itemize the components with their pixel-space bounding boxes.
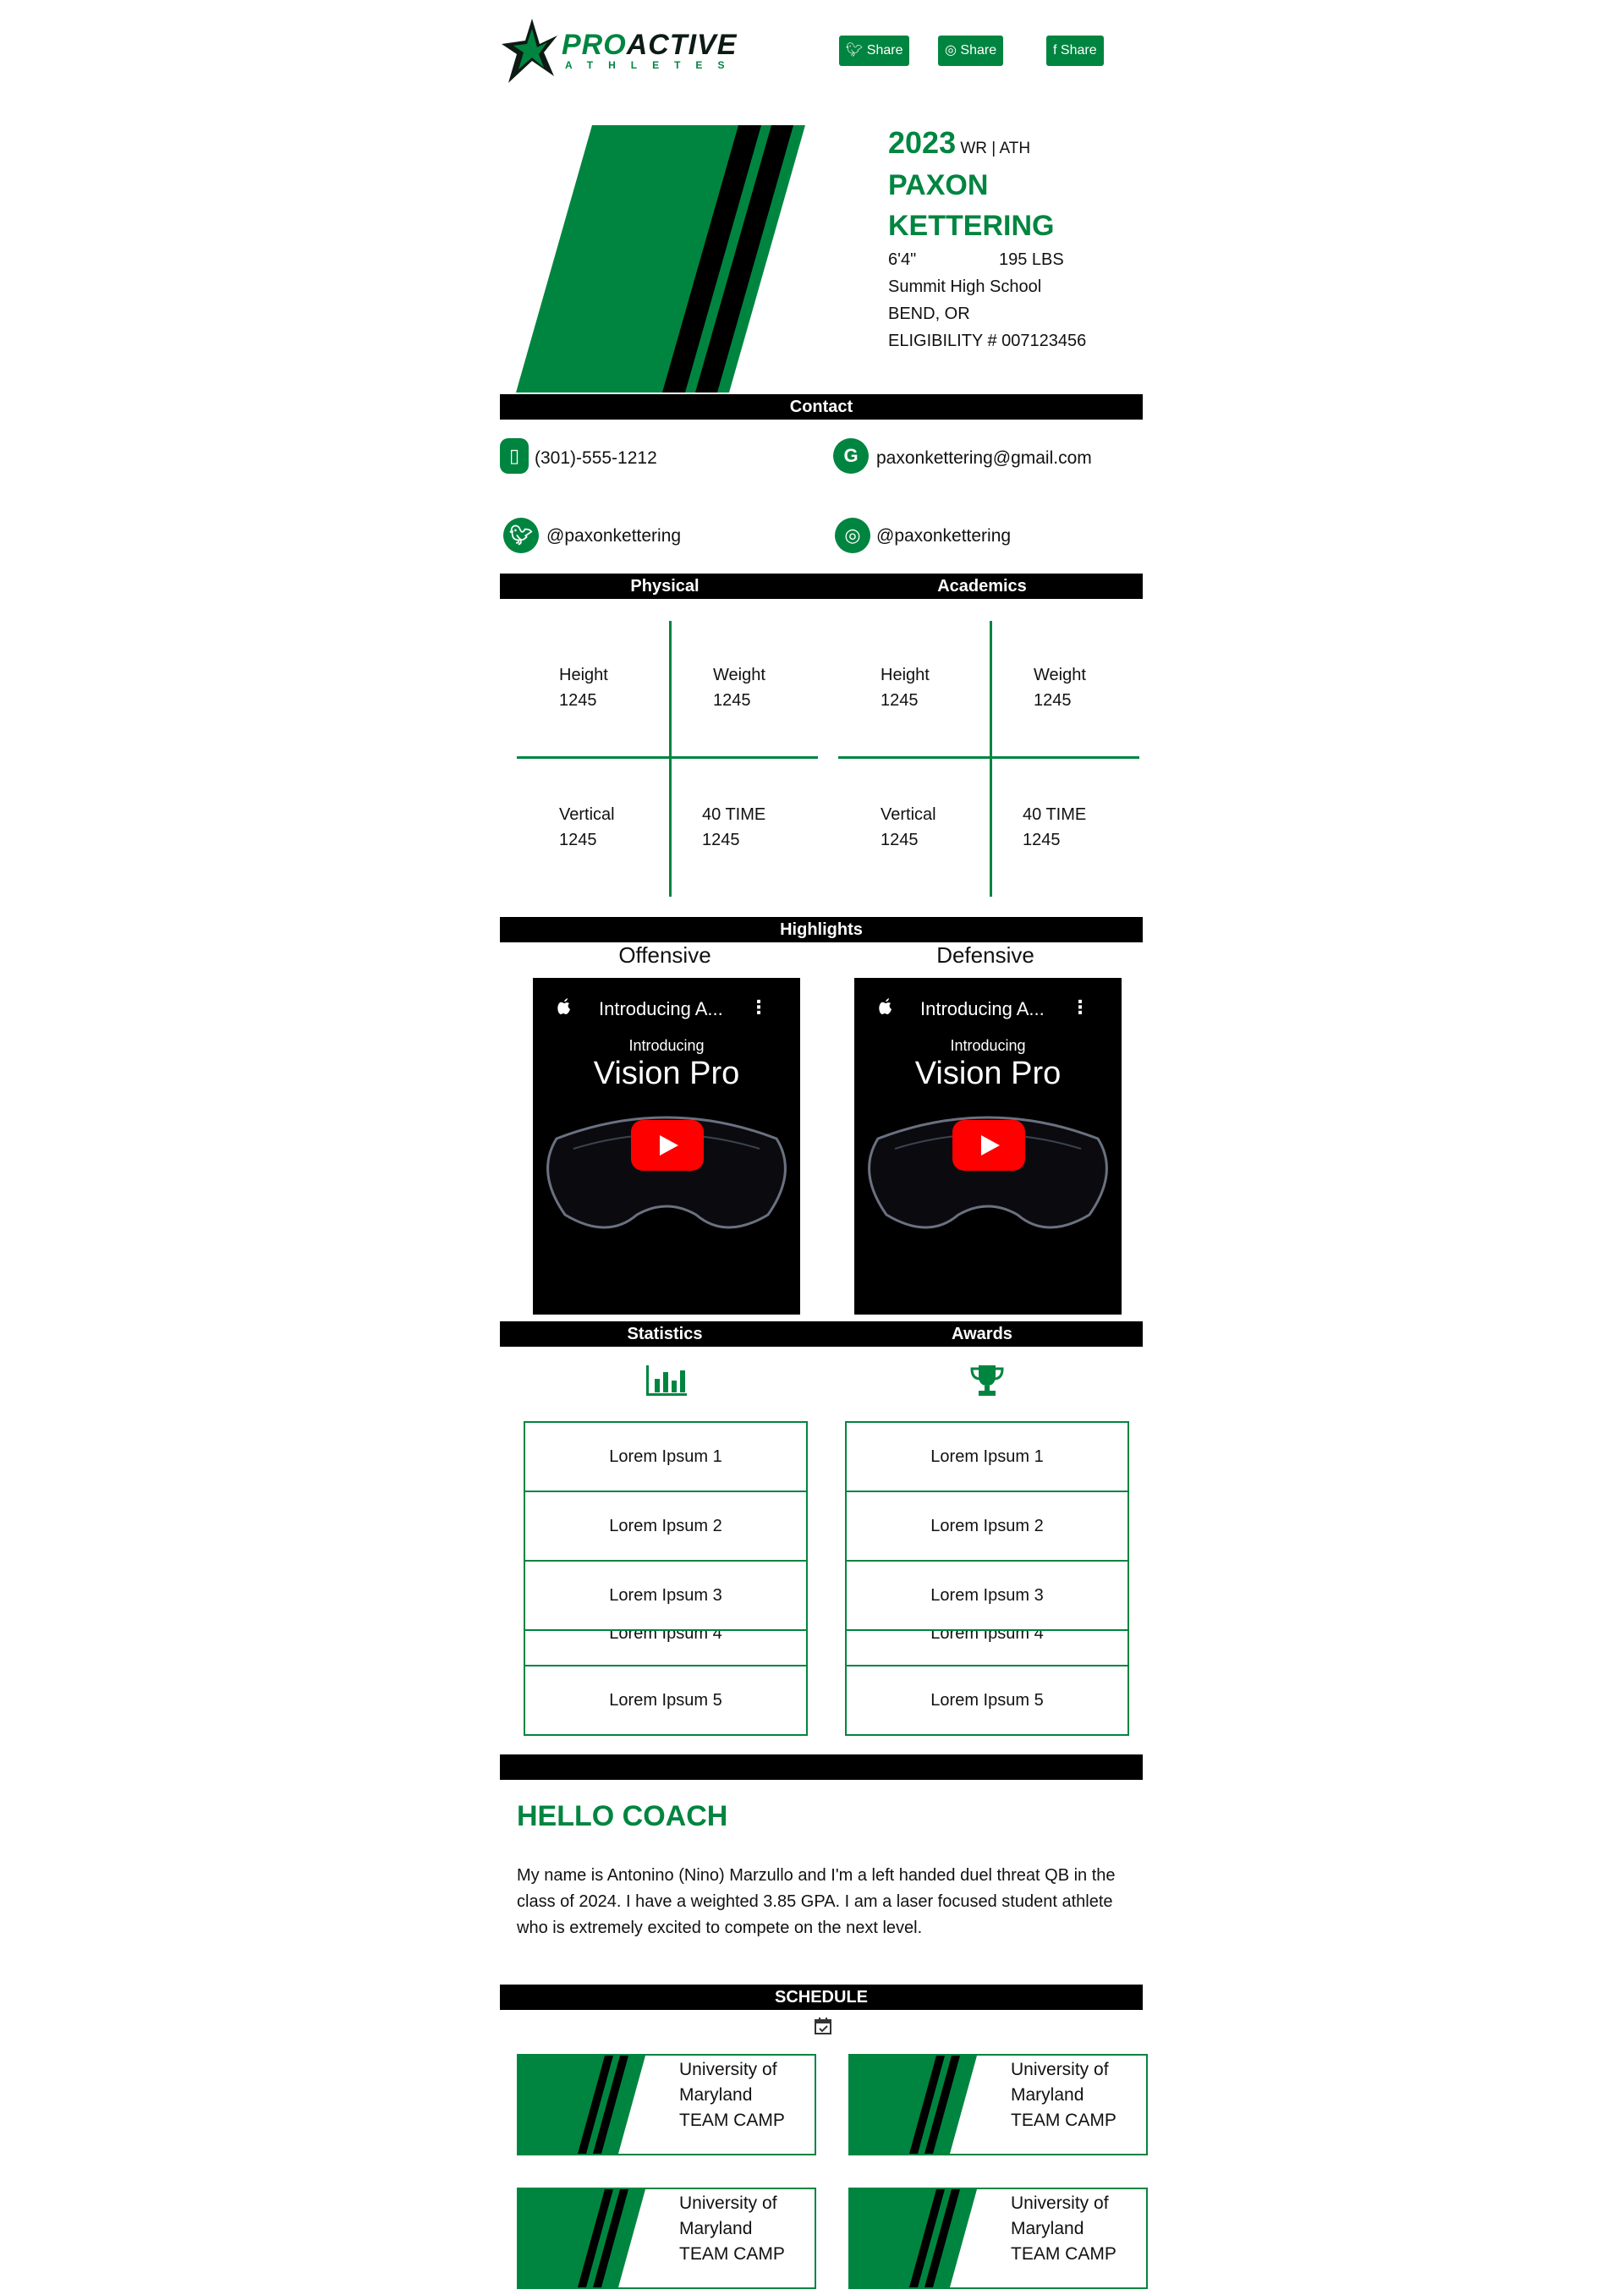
video-title: Introducing A... (599, 998, 723, 1019)
list-item: Lorem Ipsum 5 (930, 1691, 1044, 1710)
athlete-last-name: KETTERING (888, 210, 1055, 242)
list-item: Lorem Ipsum 4 (847, 1631, 1127, 1666)
logo-star-icon (502, 19, 557, 83)
contact-email[interactable]: paxonkettering@gmail.com (876, 448, 1092, 469)
statistics-list: Lorem Ipsum 1 Lorem Ipsum 2 Lorem Ipsum … (524, 1421, 808, 1736)
schedule-card[interactable]: University of Maryland TEAM CAMP (848, 2054, 1148, 2155)
facebook-icon: f (1053, 43, 1057, 58)
list-item: Lorem Ipsum 4 (525, 1631, 806, 1666)
schedule-event-text: University of Maryland TEAM CAMP (1011, 2193, 1116, 2264)
schedule-event-text: University of Maryland TEAM CAMP (679, 2193, 785, 2264)
logo-subtitle: ATHLETES (565, 59, 740, 71)
list-item: Lorem Ipsum 3 (525, 1562, 806, 1631)
coach-bar (500, 1754, 1143, 1780)
instagram-icon: ◎ (945, 43, 957, 58)
contact-instagram[interactable]: @paxonkettering (876, 526, 1011, 546)
statistics-heading: Statistics (627, 1325, 703, 1343)
hero-stripe-graphic (516, 125, 805, 393)
schedule-stripe-graphic (850, 2189, 977, 2287)
video-product-text: Vision Pro (914, 1056, 1062, 1091)
academics-cell-height: Height 1245 (881, 666, 930, 710)
athlete-location: BEND, OR (888, 305, 970, 323)
schedule-stripe-graphic (850, 2056, 977, 2154)
academics-cell-vertical: Vertical 1245 (881, 805, 936, 849)
physical-cell-40-time: 40 TIME 1245 (702, 805, 766, 849)
list-item: Lorem Ipsum 5 (609, 1691, 722, 1710)
highlights-bar: Highlights (500, 917, 1143, 942)
contact-twitter[interactable]: @paxonkettering (546, 526, 681, 546)
list-item: Lorem Ipsum 1 (847, 1423, 1127, 1492)
facebook-share-button[interactable]: f Share (1046, 36, 1104, 66)
highlights-heading: Highlights (780, 920, 863, 939)
coach-heading: HELLO COACH (517, 1800, 728, 1832)
schedule-event-text: University of Maryland TEAM CAMP (679, 2060, 785, 2130)
apple-icon (557, 998, 570, 1014)
physical-cell-vertical: Vertical 1245 (559, 805, 615, 849)
twitter-icon: 🐦︎ (846, 43, 864, 58)
instagram-share-button[interactable]: ◎ Share (938, 36, 1004, 66)
more-options-icon[interactable]: ⋮ (749, 997, 768, 1018)
statistics-awards-bar: Statistics Awards (500, 1321, 1143, 1347)
twitter-icon: 🐦︎ (503, 518, 539, 553)
coach-message: My name is Antonino (Nino) Marzullo and … (517, 1866, 1116, 1937)
video-intro-text: Introducing (950, 1037, 1026, 1054)
contact-bar: Contact (500, 394, 1143, 420)
list-item: Lorem Ipsum 3 (847, 1562, 1127, 1631)
google-icon: G (833, 438, 869, 474)
physical-academics-bar: Physical Academics (500, 574, 1143, 599)
schedule-card[interactable]: University of Maryland TEAM CAMP (517, 2054, 816, 2155)
logo-wordmark: PROACTIVE (562, 29, 738, 61)
academics-cell-weight: Weight 1245 (1034, 666, 1086, 710)
list-item: Lorem Ipsum 2 (847, 1492, 1127, 1562)
academics-grid-vline (990, 621, 992, 897)
schedule-card[interactable]: University of Maryland TEAM CAMP (517, 2188, 816, 2289)
twitter-share-button[interactable]: 🐦︎ Share (839, 36, 910, 66)
offensive-video[interactable]: Introducing A... ⋮ Introducing Vision Pr… (533, 978, 800, 1315)
video-product-text: Vision Pro (593, 1056, 740, 1091)
bar-chart-icon (646, 1365, 687, 1396)
phone-icon: ▯ (500, 438, 529, 474)
list-item: Lorem Ipsum 2 (525, 1492, 806, 1562)
schedule-stripe-graphic (518, 2056, 645, 2154)
athlete-school: Summit High School (888, 277, 1042, 296)
instagram-icon: ◎ (835, 518, 870, 553)
youtube-play-icon[interactable] (952, 1120, 1025, 1171)
athlete-height: 6'4" (888, 250, 917, 269)
academics-grid-hline (838, 756, 1139, 759)
defensive-video[interactable]: Introducing A... ⋮ Introducing Vision Pr… (854, 978, 1122, 1315)
list-item: Lorem Ipsum 1 (525, 1423, 806, 1492)
video-title: Introducing A... (920, 998, 1045, 1019)
physical-cell-height: Height 1245 (559, 666, 608, 710)
schedule-heading: SCHEDULE (774, 1988, 868, 2007)
athlete-eligibility: ELIGIBILITY # 007123456 (888, 332, 1087, 350)
physical-grid-hline (517, 756, 818, 759)
contact-phone[interactable]: (301)-555-1212 (535, 448, 657, 469)
apple-icon (879, 998, 892, 1014)
video-intro-text: Introducing (628, 1037, 705, 1054)
athlete-weight: 195 LBS (999, 250, 1064, 269)
schedule-stripe-graphic (518, 2189, 645, 2287)
awards-list: Lorem Ipsum 1 Lorem Ipsum 2 Lorem Ipsum … (845, 1421, 1129, 1736)
schedule-bar: SCHEDULE (500, 1985, 1143, 2010)
contact-heading: Contact (789, 398, 853, 416)
schedule-card[interactable]: University of Maryland TEAM CAMP (848, 2188, 1148, 2289)
trophy-icon (970, 1365, 1004, 1396)
offensive-label: Offensive (618, 942, 711, 968)
calendar-icon (815, 2018, 831, 2034)
schedule-event-text: University of Maryland TEAM CAMP (1011, 2060, 1116, 2130)
youtube-play-icon[interactable] (631, 1120, 704, 1171)
physical-heading: Physical (630, 577, 700, 596)
physical-grid-vline (669, 621, 672, 897)
physical-cell-weight: Weight 1245 (713, 666, 765, 710)
more-options-icon[interactable]: ⋮ (1071, 997, 1089, 1018)
academics-cell-40-time: 40 TIME 1245 (1023, 805, 1087, 849)
awards-heading: Awards (952, 1325, 1012, 1343)
athlete-first-name: PAXON (888, 169, 989, 201)
academics-heading: Academics (937, 577, 1027, 596)
defensive-label: Defensive (936, 942, 1034, 968)
class-year-line: 2023 WR | ATH (888, 125, 1031, 160)
